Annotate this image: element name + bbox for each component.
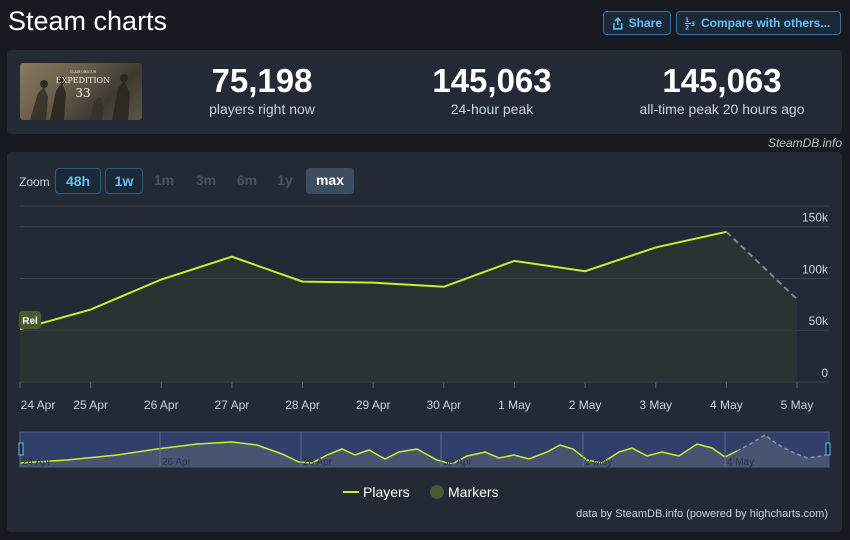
- chart-panel: Zoom 48h 1w 1m 3m 6m 1y max 0 50k 100k 150k 24 Ap…: [7, 152, 842, 532]
- 24h-peak-label: 24-hour peak: [450, 101, 534, 117]
- markers: Rel: [19, 311, 41, 329]
- y-axis-labels: 0 50k 100k 150k: [802, 211, 829, 380]
- current-players-label: players right now: [209, 101, 315, 117]
- compare-label: Compare with others...: [701, 16, 831, 30]
- y-tick-label: 50k: [809, 314, 829, 328]
- all-time-peak-label: all-time peak 20 hours ago: [639, 101, 805, 117]
- navigator-label: 4 May: [727, 457, 754, 468]
- current-players-stat: 75,198 players right now: [182, 62, 342, 118]
- svg-text:CLAIR OBSCUR: CLAIR OBSCUR: [70, 70, 97, 74]
- navigator-label: 24 Apr: [22, 457, 52, 468]
- x-tick-label: 24 Apr: [21, 398, 56, 412]
- steamdb-credit: SteamDB.info: [767, 136, 842, 150]
- x-tick-label: 26 Apr: [144, 398, 179, 412]
- legend-players-label[interactable]: Players: [363, 484, 410, 500]
- game-artwork: CLAIR OBSCUR EXPEDITION 33: [30, 70, 130, 120]
- page-title: Steam charts: [8, 6, 168, 36]
- x-tick-label: 27 Apr: [215, 398, 250, 412]
- highcharts-credit[interactable]: data by SteamDB.info (powered by highcha…: [576, 508, 828, 520]
- x-axis-labels: 24 Apr 25 Apr 26 Apr 27 Apr 28 Apr 29 Apr 30 A…: [21, 398, 814, 412]
- navigator-label: 2 May: [585, 457, 612, 468]
- y-tick-label: 150k: [802, 211, 829, 225]
- x-tick-label: 4 May: [710, 398, 743, 412]
- legend: Players Markers: [343, 484, 499, 500]
- navigator-label: 30 Apr: [443, 457, 473, 468]
- y-tick-label: 100k: [802, 262, 829, 276]
- svg-text:3: 3: [691, 21, 695, 28]
- 24h-peak-value: 145,063: [432, 62, 552, 99]
- share-button[interactable]: Share: [603, 11, 671, 35]
- all-time-peak-value: 145,063: [662, 62, 782, 99]
- x-tick-label: 28 Apr: [285, 398, 320, 412]
- svg-text:2: 2: [685, 25, 689, 31]
- x-tick-label: 29 Apr: [356, 398, 391, 412]
- x-tick-label: 2 May: [569, 398, 602, 412]
- legend-markers-swatch: [430, 485, 444, 499]
- svg-text:EXPEDITION: EXPEDITION: [56, 76, 110, 85]
- current-players-value: 75,198: [211, 62, 313, 99]
- compare-button[interactable]: 1 2 3 Compare with others...: [676, 11, 841, 35]
- header: Steam charts Share 1 2 3 Compare with ot…: [0, 0, 850, 48]
- 24h-peak-stat: 145,063 24-hour peak: [407, 62, 577, 118]
- legend-markers-label[interactable]: Markers: [448, 484, 499, 500]
- navigator-handle[interactable]: [825, 442, 831, 456]
- stats-panel: CLAIR OBSCUR EXPEDITION 33 75,198 player…: [7, 50, 842, 134]
- navigator-label: 26 Apr: [162, 457, 192, 468]
- all-time-peak-stat: 145,063 all-time peak 20 hours ago: [622, 62, 822, 118]
- x-tick-label: 5 May: [781, 398, 814, 412]
- y-tick-label: 0: [821, 366, 828, 380]
- x-tick-label: 1 May: [498, 398, 531, 412]
- x-tick-label: 25 Apr: [73, 398, 108, 412]
- players-area: [20, 231, 797, 382]
- navigator[interactable]: 24 Apr 26 Apr 28 Apr 30 Apr 2 May 4 May: [18, 431, 831, 468]
- svg-text:33: 33: [75, 86, 90, 100]
- svg-text:1: 1: [685, 17, 689, 24]
- game-thumbnail[interactable]: CLAIR OBSCUR EXPEDITION 33: [20, 63, 142, 120]
- players-area-fill: [20, 231, 797, 382]
- navigator-handle[interactable]: [18, 442, 24, 456]
- x-tick-label: 30 Apr: [426, 398, 461, 412]
- share-icon: [613, 16, 623, 30]
- share-label: Share: [628, 16, 662, 30]
- compare-icon: 1 2 3: [685, 17, 695, 31]
- x-tick-label: 3 May: [639, 398, 672, 412]
- navigator-label: 28 Apr: [303, 457, 333, 468]
- release-marker-label: Rel: [22, 316, 38, 327]
- player-chart[interactable]: 0 50k 100k 150k 24 Apr 25 Apr 26 Apr 27 Apr 28 …: [7, 152, 842, 532]
